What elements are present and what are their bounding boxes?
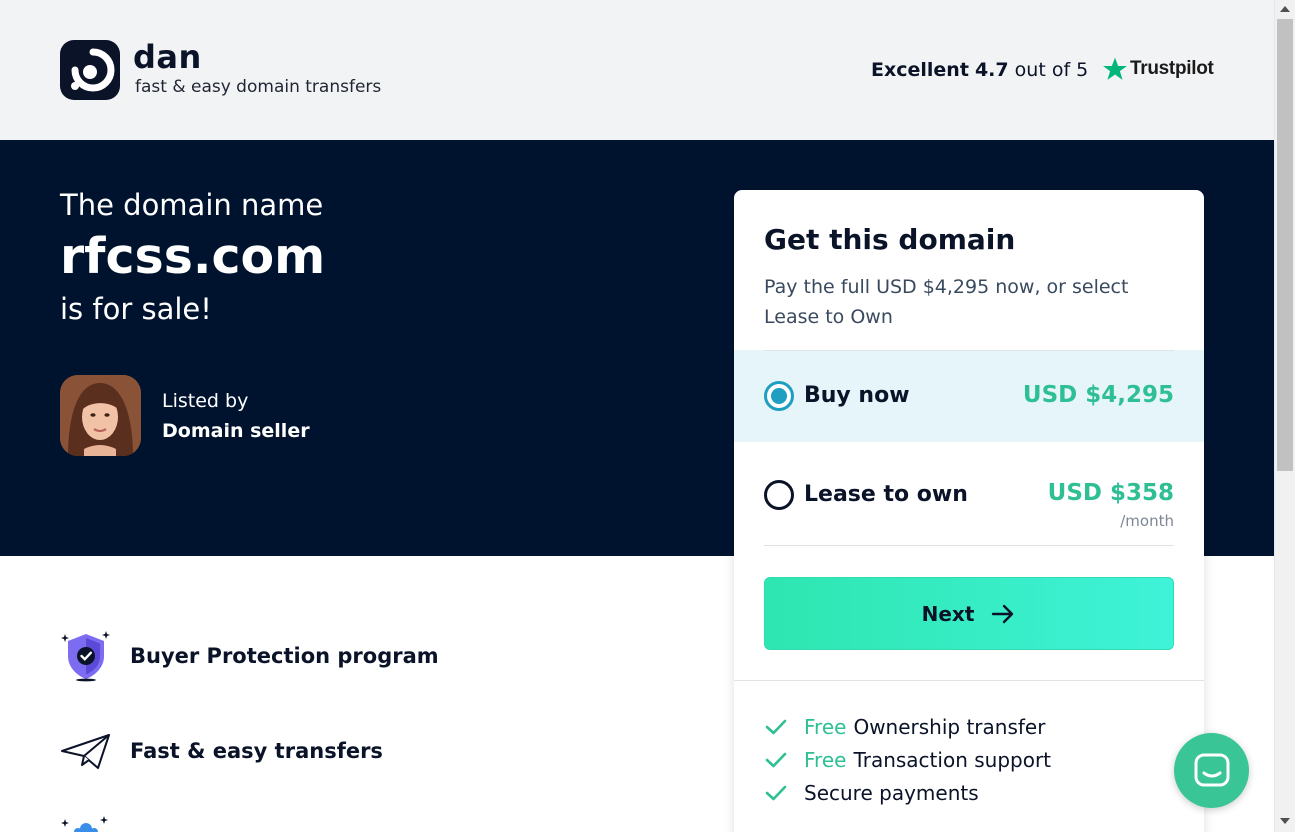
perks-list: Free Ownership transfer Free Transaction… — [764, 710, 1051, 809]
option-label: Lease to own — [804, 482, 968, 507]
buy-now-radio[interactable] — [764, 381, 794, 411]
site-header: dan fast & easy domain transfers Excelle… — [0, 0, 1274, 140]
feature-third — [60, 815, 130, 832]
purchase-card: Get this domain Pay the full USD $4,295 … — [734, 190, 1204, 832]
rating-score: 4.7 — [974, 59, 1009, 81]
brand-tagline: fast & easy domain transfers — [135, 77, 382, 97]
feature-label: Buyer Protection program — [130, 644, 439, 668]
scroll-up-arrow-icon[interactable] — [1280, 6, 1290, 12]
check-icon — [765, 785, 787, 800]
card-title: Get this domain — [764, 223, 1016, 256]
option-price: USD $358 — [1047, 480, 1174, 506]
trustpilot-star-icon — [1103, 57, 1127, 80]
divider — [734, 680, 1204, 681]
hero-for-sale: is for sale! — [60, 292, 212, 326]
feature-label: Fast & easy transfers — [130, 739, 383, 763]
scroll-down-arrow-icon[interactable] — [1280, 818, 1290, 824]
dan-logo-icon[interactable] — [60, 40, 120, 100]
option-price: USD $4,295 — [1022, 382, 1174, 408]
rating-suffix: out of 5 — [1014, 59, 1089, 81]
domain-name: rfcss.com — [60, 228, 326, 285]
divider — [764, 350, 1174, 351]
option-buy-now[interactable]: Buy now USD $4,295 — [734, 350, 1204, 442]
listed-by-label: Listed by — [162, 390, 249, 412]
scrollbar-thumb[interactable] — [1277, 19, 1293, 471]
chat-launcher-button[interactable] — [1174, 733, 1249, 808]
shield-check-icon — [60, 630, 112, 682]
perk-free: Free — [804, 747, 847, 772]
perk-free: Free — [804, 714, 847, 739]
lease-to-own-radio[interactable] — [764, 480, 794, 510]
option-price-period: /month — [1120, 512, 1174, 530]
rating-word: Excellent — [871, 59, 969, 81]
next-label: Next — [921, 601, 975, 626]
feature-buyer-protection: Buyer Protection program — [60, 630, 439, 682]
perk-item: Free Ownership transfer — [764, 710, 1051, 743]
trustpilot-rating: Excellent 4.7 out of 5 — [871, 59, 1088, 81]
page-scrollbar[interactable] — [1274, 0, 1295, 832]
arrow-right-icon — [992, 604, 1014, 623]
option-lease-to-own[interactable]: Lease to own USD $358 /month — [734, 442, 1204, 546]
perk-text: Secure payments — [804, 780, 979, 805]
card-subtitle: Pay the full USD $4,295 now, or select L… — [764, 276, 1129, 328]
perk-text: Ownership transfer — [853, 714, 1046, 739]
hero-intro: The domain name — [60, 188, 324, 222]
trustpilot-logo[interactable]: Trustpilot — [1102, 56, 1214, 82]
feature-fast-transfers: Fast & easy transfers — [60, 725, 383, 777]
sparkle-icon — [60, 815, 112, 832]
option-label: Buy now — [804, 383, 910, 408]
seller-avatar — [60, 375, 141, 456]
next-button[interactable]: Next — [764, 577, 1174, 650]
seller-name: Domain seller — [162, 420, 310, 442]
check-icon — [765, 719, 787, 734]
divider — [764, 545, 1174, 546]
check-icon — [765, 752, 787, 767]
perk-item: Secure payments — [764, 776, 1051, 809]
brand-name[interactable]: dan — [133, 38, 202, 76]
paper-plane-icon — [60, 725, 112, 777]
chat-icon — [1194, 753, 1229, 786]
perk-item: Free Transaction support — [764, 743, 1051, 776]
perk-text: Transaction support — [853, 747, 1052, 772]
trustpilot-wordmark: Trustpilot — [1130, 58, 1214, 79]
